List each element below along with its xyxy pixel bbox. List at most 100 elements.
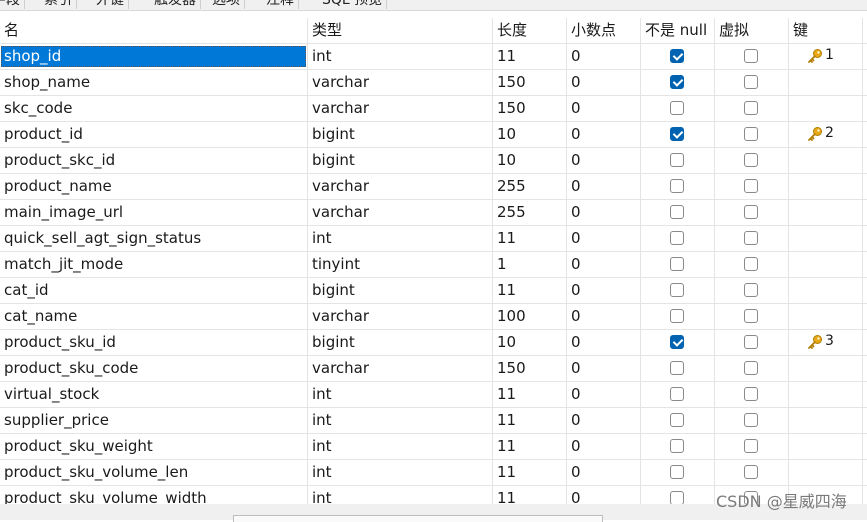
field-length[interactable]: 11 (493, 460, 567, 485)
field-type[interactable]: varchar (308, 356, 493, 381)
field-type[interactable]: int (308, 382, 493, 407)
not-null-checkbox[interactable] (670, 361, 684, 375)
field-name-cell[interactable]: product_skc_id (0, 148, 308, 173)
not-null-checkbox[interactable] (670, 439, 684, 453)
virtual-checkbox[interactable] (744, 283, 758, 297)
virtual-checkbox[interactable] (744, 153, 758, 167)
not-null-checkbox[interactable] (670, 465, 684, 479)
field-length[interactable]: 11 (493, 226, 567, 251)
key-cell[interactable]: 1 (789, 44, 863, 69)
column-header-length[interactable]: 长度 (493, 18, 567, 43)
virtual-checkbox[interactable] (744, 179, 758, 193)
field-length[interactable]: 11 (493, 434, 567, 459)
field-type[interactable]: varchar (308, 96, 493, 121)
key-cell[interactable] (789, 356, 863, 381)
table-row[interactable]: skc_code varchar 150 0 (0, 96, 867, 122)
field-length[interactable]: 255 (493, 174, 567, 199)
field-name-cell[interactable]: product_sku_weight (0, 434, 308, 459)
key-cell[interactable] (789, 226, 863, 251)
field-name-cell[interactable]: product_id (0, 122, 308, 147)
field-length[interactable]: 150 (493, 96, 567, 121)
not-null-checkbox[interactable] (670, 413, 684, 427)
field-name-cell[interactable]: main_image_url (0, 200, 308, 225)
field-name-cell[interactable]: supplier_price (0, 408, 308, 433)
field-type[interactable]: int (308, 44, 493, 69)
field-decimals[interactable]: 0 (567, 226, 641, 251)
key-cell[interactable] (789, 70, 863, 95)
field-decimals[interactable]: 0 (567, 70, 641, 95)
field-length[interactable]: 11 (493, 382, 567, 407)
field-type[interactable]: int (308, 460, 493, 485)
not-null-checkbox[interactable] (670, 309, 684, 323)
not-null-checkbox[interactable] (670, 231, 684, 245)
virtual-checkbox[interactable] (744, 205, 758, 219)
virtual-checkbox[interactable] (744, 231, 758, 245)
table-row[interactable]: shop_id int 11 0 1 (0, 44, 867, 70)
table-row[interactable]: main_image_url varchar 255 0 (0, 200, 867, 226)
table-row[interactable]: shop_name varchar 150 0 (0, 70, 867, 96)
field-type[interactable]: varchar (308, 304, 493, 329)
field-type[interactable]: int (308, 434, 493, 459)
horizontal-scrollbar[interactable] (233, 515, 603, 522)
field-type[interactable]: varchar (308, 174, 493, 199)
table-row[interactable]: product_sku_volume_len int 11 0 (0, 460, 867, 486)
table-row[interactable]: product_sku_weight int 11 0 (0, 434, 867, 460)
field-decimals[interactable]: 0 (567, 122, 641, 147)
table-row[interactable]: product_name varchar 255 0 (0, 174, 867, 200)
field-type[interactable]: int (308, 408, 493, 433)
field-length[interactable]: 10 (493, 148, 567, 173)
key-cell[interactable] (789, 148, 863, 173)
field-type[interactable]: bigint (308, 330, 493, 355)
not-null-checkbox[interactable] (670, 49, 684, 63)
column-header-type[interactable]: 类型 (308, 18, 493, 43)
field-decimals[interactable]: 0 (567, 252, 641, 277)
field-name-cell[interactable]: shop_name (0, 70, 308, 95)
not-null-checkbox[interactable] (670, 205, 684, 219)
field-length[interactable]: 11 (493, 278, 567, 303)
not-null-checkbox[interactable] (670, 179, 684, 193)
key-cell[interactable] (789, 304, 863, 329)
not-null-checkbox[interactable] (670, 101, 684, 115)
column-header-not-null[interactable]: 不是 null (641, 18, 715, 43)
table-row[interactable]: supplier_price int 11 0 (0, 408, 867, 434)
table-row[interactable]: cat_name varchar 100 0 (0, 304, 867, 330)
tab-1[interactable]: 索引 (40, 0, 77, 9)
field-name-cell[interactable]: cat_name (0, 304, 308, 329)
key-cell[interactable] (789, 434, 863, 459)
field-decimals[interactable]: 0 (567, 200, 641, 225)
column-header-key[interactable]: 键 (789, 18, 863, 43)
tab-3[interactable]: 触发器 (150, 0, 201, 9)
virtual-checkbox[interactable] (744, 309, 758, 323)
table-row[interactable]: quick_sell_agt_sign_status int 11 0 (0, 226, 867, 252)
table-row[interactable]: product_id bigint 10 0 2 (0, 122, 867, 148)
not-null-checkbox[interactable] (670, 283, 684, 297)
key-cell[interactable] (789, 278, 863, 303)
column-header-name[interactable]: 名 (0, 18, 308, 43)
key-cell[interactable] (789, 252, 863, 277)
key-cell[interactable] (789, 382, 863, 407)
virtual-checkbox[interactable] (744, 413, 758, 427)
table-row[interactable]: product_sku_code varchar 150 0 (0, 356, 867, 382)
key-cell[interactable] (789, 460, 863, 485)
virtual-checkbox[interactable] (744, 335, 758, 349)
field-length[interactable]: 255 (493, 200, 567, 225)
field-length[interactable]: 10 (493, 122, 567, 147)
table-row[interactable]: cat_id bigint 11 0 (0, 278, 867, 304)
virtual-checkbox[interactable] (744, 465, 758, 479)
field-name-cell[interactable]: skc_code (0, 96, 308, 121)
field-name-cell[interactable]: product_sku_code (0, 356, 308, 381)
key-cell[interactable] (789, 408, 863, 433)
tab-5[interactable]: 注释 (262, 0, 299, 9)
tab-0[interactable]: 字段 (0, 0, 25, 9)
table-row[interactable]: match_jit_mode tinyint 1 0 (0, 252, 867, 278)
field-length[interactable]: 11 (493, 408, 567, 433)
field-name-cell[interactable]: cat_id (0, 278, 308, 303)
key-cell[interactable] (789, 96, 863, 121)
not-null-checkbox[interactable] (670, 491, 684, 505)
field-name-cell[interactable]: product_sku_id (0, 330, 308, 355)
field-type[interactable]: tinyint (308, 252, 493, 277)
field-decimals[interactable]: 0 (567, 356, 641, 381)
virtual-checkbox[interactable] (744, 387, 758, 401)
field-length[interactable]: 1 (493, 252, 567, 277)
field-length[interactable]: 10 (493, 330, 567, 355)
